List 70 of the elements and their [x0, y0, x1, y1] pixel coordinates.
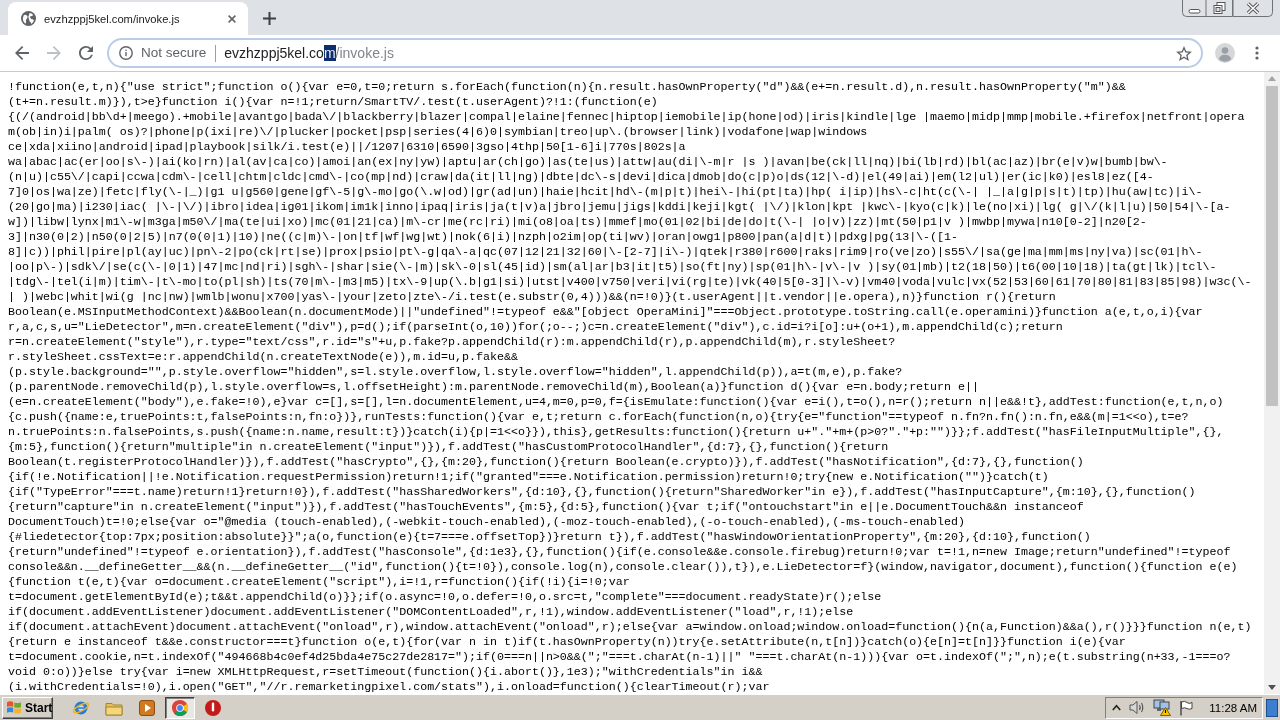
- start-button[interactable]: Start: [2, 696, 53, 719]
- code-line: (i.withCredentials=!0),i.open("GET","//r.remarketingpixel.com/stats"),i.onload=function(){clearTimeout(r);var: [8, 679, 771, 694]
- round-logo-icon: [171, 698, 189, 717]
- code-line: (t+=n.result.m)}),t>e}function i(){var n=!1;return/SmartTV/.test(t.userAgent)?!1:(function(e): [8, 94, 659, 109]
- code-line: r=n.createElement("style"),r.type="text/css",r.id="s"+u,p.fake?p.appendChild(r):m.appendChild(r),p.appendChild(m),r.styleSheet?: [8, 334, 897, 349]
- taskbar-button[interactable]: [165, 696, 195, 719]
- code-line: {return"undefined"!=typeof e.orientation}),f.addTest("hasConsole",{d:1e3},{},function(){if(e.console&&e.console.firebug)return!0;var t=!1,n=new Image;return"undefined"!=typeof: [8, 544, 1232, 559]
- down-arrow-icon[interactable]: [1268, 685, 1276, 690]
- speaker-icon[interactable]: [1129, 700, 1146, 715]
- code-line: 3]|n30(0|2)|n50(0|2|5)|n7(0(0|1)|10)|ne((c|m)\-|on|tf|wf|wg|wt)|nok(6|i)|nzph|o2im|op(ti|wv)|oran|owg1|p800|pan(a|d|t)|pdxg|pg(13|\-([1-: [8, 229, 960, 244]
- back-icon[interactable]: [15, 46, 29, 60]
- security-label[interactable]: Not secure: [141, 44, 207, 62]
- menu-icon[interactable]: [1255, 46, 1259, 60]
- code-line: (e=n.createElement("body"),e.fake=!0),e}var c=[],s=[],l=n.documentElement,u=4,m=0,p=0,f={isEmulate:function(){var e=i(),t=o(),n=r();return n||e&&!t},addTest:function(e,t,n,o): [8, 394, 1225, 409]
- code-line: void 0:o))}else try{var i=new XMLHttpRequest,r=setTimeout(function(){i.abort()},1e3);"withCredentials"in i&&: [8, 664, 764, 679]
- code-line: DocumentTouch)t=!0;else{var o="@media (touch-enabled),(-webkit-touch-enabled),(-moz-touch-enabled),(-o-touch-enabled),(-ms-touch-enabled): [8, 514, 967, 529]
- code-line: {(/(android|bb\d+|meego).+mobile|avantgo|bada\/|blackberry|blazer|compal|elaine|fennec|hiptop|iemobile|ip(hone|od)|iris|kindle|lge |maemo|midp|mmp|mobile.+firefox|netfront|opera: [8, 109, 1246, 124]
- code-line: t=document.getElementById(e);t&&t.appendChild(o)}};if(o.async=!0,o.defer=!0,o.src=t,"complete"===document.readyState)r();else: [8, 589, 883, 604]
- code-line: console&&n.__defineGetter__&&(n.__defineGetter__("id",function(){t=!0}),console.log(n),console.clear()),t}),e.LieDetector=f}(window,navigator,document),function(){function e(e): [8, 559, 1239, 574]
- code-line: t=document.cookie,n=t.indexOf("494668b4c0ef4d25bda4e75c27de2817=");if(0===n||n>0&&(";"===t.charAt(n-1)||" "===t.charAt(n-1))){var o=t.indexOf(";",n);e(t.substring(n+33,-1===o?: [8, 649, 1232, 664]
- plus-icon[interactable]: [263, 11, 276, 25]
- scrollbar-thumb[interactable]: [1266, 86, 1278, 406]
- code-line: !function(e,t,n){"use strict";function o(){var e=0,t=0;return s.forEach(function(n){n.result.hasOwnProperty("d")&&(e+=n.result.d),n.result.hasOwnProperty("m")&&: [8, 79, 1127, 94]
- code-line: n.truePoints:n.falsePoints,s.push({name:n.name,result:t})}catch(i){p|=1<<o}}),this},getResults:function(){return u+"."+m+(p>0?"."+p:"")}};f.addTest("hasFileInputMultiple",{},: [8, 424, 1225, 439]
- code-line: Boolean(e.MSInputMethodContext)&&Boolean(n.documentMode)||"undefined"!=typeof e&&"[object OperaMini]"===Object.prototype.toString.call(e.operamini)}function a(e,t,o,i){var: [8, 304, 1204, 319]
- code-line: {return e instanceof t&&e.constructor===t}function o(e,t){for(var n in t)if(t.hasOwnProperty(n))try{e.setAttribute(n,t[n])}catch(o){e[n]=t[n]}}function i(e){var: [8, 634, 1127, 649]
- code-line: w])|libw|lynx|m1\-w|m3ga|m50\/|ma(te|ui|xo)|mc(01|21|ca)|m\-cr|me(rc|ri)|mi(o8|oa|ts)|mmef|mo(01|02|bi|de|do|t(\-| |o|v)|zz)|mt(50|p1|v )|mwbp|mywa|n10[0-2]|n20[2-: [8, 214, 1148, 229]
- code-line: (p.style.background="",p.style.overflow="hidden",s=l.style.overflow,l.style.overflow="hidden",l.appendChild(p)),a=t(m,e),p.fake?: [8, 364, 904, 379]
- reload-icon[interactable]: [79, 46, 93, 60]
- code-line: ce|xda|xiino|android|ipad|playbook|silk/i.test(e)||/1207|6310|6590|3gso|4thp|50[1-6]i|770s|802s|a: [8, 139, 687, 154]
- code-line: if(document.addEventListener)document.addEventListener("DOMContentLoaded",r,!1),window.addEventListener("load",r,!1);else: [8, 604, 855, 619]
- code-line: r.styleSheet.cssText=e:r.appendChild(n.createTextNode(e)),m.id=u,p.fake&&: [8, 349, 519, 364]
- avatar-icon[interactable]: [1215, 43, 1235, 63]
- code-line: m(ob|in)i|palm( os)?|phone|p(ixi|re)\/|plucker|pocket|psp|series(4|6)0|symbian|treo|up\.(browser|link)|vodafone|wap|windows: [8, 124, 869, 139]
- code-line: (20|go|ma)|i230|iac( |\-|\/)|ibro|idea|ig01|ikom|im1k|inno|ipaq|iris|ja(t|v)a|jbro|jemu|jigs|kddi|keji|kgt( |\/)|klon|kpt |kwc\-|kyo(c|k)|le(no|xi)|lg( g|\/(k|l|u)|50|54|\-[a-: [8, 199, 1232, 214]
- code-line: {if(!e.Notification||!e.Notification.requestPermission)return!1;if("granted"===e.Notification.permission)return!0;try{new e.Notification("")}catch(t): [8, 469, 1050, 484]
- close-icon[interactable]: [1233, 0, 1273, 17]
- flag-icon[interactable]: [1179, 699, 1194, 716]
- alert-icon: [204, 698, 222, 717]
- code-line: Boolean(t.registerProtocolHandler)}),f.addTest("hasCrypto",{},{m:20},function(){return Boolean(e.crypto)}),f.addTest("hasNotification",{d:7},{},function(): [8, 454, 1085, 469]
- code-line: wa|abac|ac(er|oo|s\-)|ai(ko|rn)|al(av|ca|co)|amoi|an(ex|ny|yw)|aptu|ar(ch|go)|as(te|us)|attw|au(di|\-m|r |s )|avan|be(ck|ll|nq)|bi(lb|rd)|bl(ac|az)|br(e|v)w|bumb|bw\-: [8, 154, 1169, 169]
- code-line: 8]|c))|phil|pire|pl(ay|uc)|pn\-2|po(ck|rt|se)|prox|psio|pt\-g|qa\-a|qc(07|12|21|32|60|\-[2-7]|i\-)|qtek|r380|r600|raks|rim9|ro(ve|zo)|s55\/|sa(ge|ma|mm|ms|ny|va)|sc(01|h\-: [8, 244, 1204, 259]
- flag-logo-icon: [6, 700, 22, 715]
- info-icon[interactable]: [119, 46, 133, 60]
- minimize-icon[interactable]: [1182, 0, 1206, 17]
- code-line: {c.push({name:e,truePoints:t,falsePoints:n,fn:o})},runTests:function(){var e,t;return c.forEach(function(n,o){try{e="function"==typeof n.fn?n.fn():n.fn,e&&(m|=1<<o),t=e?: [8, 409, 1190, 424]
- restore-icon[interactable]: [1206, 0, 1233, 17]
- network-warning-icon[interactable]: [1153, 699, 1172, 716]
- code-line: {m:5},function(){return"multiple"in n.createElement("input")}),f.addTest("hasCustomProtocolHandler",{d:7},{},function(){return: [8, 439, 890, 454]
- chevron-up-icon[interactable]: [1112, 704, 1122, 711]
- code-line: | )|webc|whit|wi(g |nc|nw)|wmlb|wonu|x700|yas\-|your|zeto|zte\-/i.test(e.substr(0,4)))&&(n=!0)}(t.userAgent||t.vendor||e.opera),n)}function r(){return: [8, 289, 1057, 304]
- code-line: |oo|p\-)|sdk\/|se(c(\-|0|1)|47|mc|nd|ri)|sgh\-|shar|sie(\-|m)|sk\-0|sl(45|id)|sm(al|ar|b3|it|t5)|so(ft|ny)|sp(01|h\-|v\-|v )|sy(01|mb)|t2(18|50)|t6(00|10|18)|ta(gt|lk)|tcl\-: [8, 259, 1218, 274]
- code-line: 7]0|os|wa|ze)|fetc|fly(\-|_)|g1 u|g560|gene|gf\-5|g\-mo|go(\.w|od)|gr(ad|un)|haie|hcit|hd\-(m|p|t)|hei\-|hi(pt|ta)|hp( i|ip)|hs\-c|ht(c(\-| |_|a|g|p|s|t)|tp)|hu(aw|tc)|i\-: [8, 184, 1204, 199]
- code-line: r,a,c,s,u="LieDetector",m=n.createElement("div"),p=d();if(parseInt(o,10))for(;o--;)c=n.createElement("div"),c.id=i?i[o]:u+(o+1),m.appendChild(c);return: [8, 319, 1064, 334]
- browser-tab[interactable]: evzhzppj5kel.com/invoke.js: [8, 2, 248, 35]
- play-icon: [138, 698, 156, 717]
- code-line: {#liedetector{top:7px;position:absolute}}";a(o,function(e){t=7===e.offsetTop})}return t}),f.addTest("hasWindowOrientationProperty",{m:20},{d:10},function(): [8, 529, 1092, 544]
- code-line: {return"capture"in n.createElement("input")}),f.addTest("hasTouchEvents",{m:5},{d:5},function(){var t;if("ontouchstart"in e||e.DocumentTouch&&n instanceof: [8, 499, 1085, 514]
- code-line: |tdg\-|tel(i|m)|tim\-|t\-mo|to(pl|sh)|ts(70|m\-|m3|m5)|tx\-9|up(\.b|g1|si)|utst|v400|v750|veri|vi(rg|te)|vk(40|5[0-3]|\-v)|vm40|voda|vulc|vx(52|53|60|61|70|80|81|83|85|98)|w3c(\-: [8, 274, 1253, 289]
- show-desktop-icon[interactable]: [1266, 698, 1278, 717]
- scrollbar[interactable]: [1264, 72, 1280, 694]
- code-line: {if("TypeError"===t.name)return!1}return!0}),f.addTest("hasSharedWorkers",{d:10},{},function(){return"SharedWorker"in e}),f.addTest("hasInputCapture",{m:10},{},function(): [8, 484, 1197, 499]
- code-line: if(document.attachEvent)document.attachEvent("onload",r),window.attachEvent("onload",r);else{var a=window.onload;window.onload=function(){n(a,Function)&&a(),r()}}}function n(e,t): [8, 619, 1253, 634]
- globe-icon: [21, 11, 36, 26]
- close-icon[interactable]: [228, 14, 236, 23]
- code-line: (n|u)|c55\/|capi|ccwa|cdm\-|cell|chtm|cldc|cmd\-|co(mp|nd)|craw|da(it|ll|ng)|dbte|dc\-s|devi|dica|dmob|do(c|p)o|ds(12|\-d)|el(49|ai)|em(l2|ul)|er(ic|k0)|esl8|ez([4-: [8, 169, 1155, 184]
- star-icon[interactable]: [1176, 45, 1192, 61]
- code-line: {function t(e,t){var o=document.createElement("script"),i=!1,r=function(){if(!i){i=!0;var: [8, 574, 631, 589]
- code-line: (p.parentNode.removeChild(p),l.style.overflow=s,l.offsetHeight):m.parentNode.removeChild(m),Boolean(a)}function d(){var e=n.body;return e||: [8, 379, 980, 394]
- clock-text[interactable]: 11:28 AM: [1209, 701, 1257, 714]
